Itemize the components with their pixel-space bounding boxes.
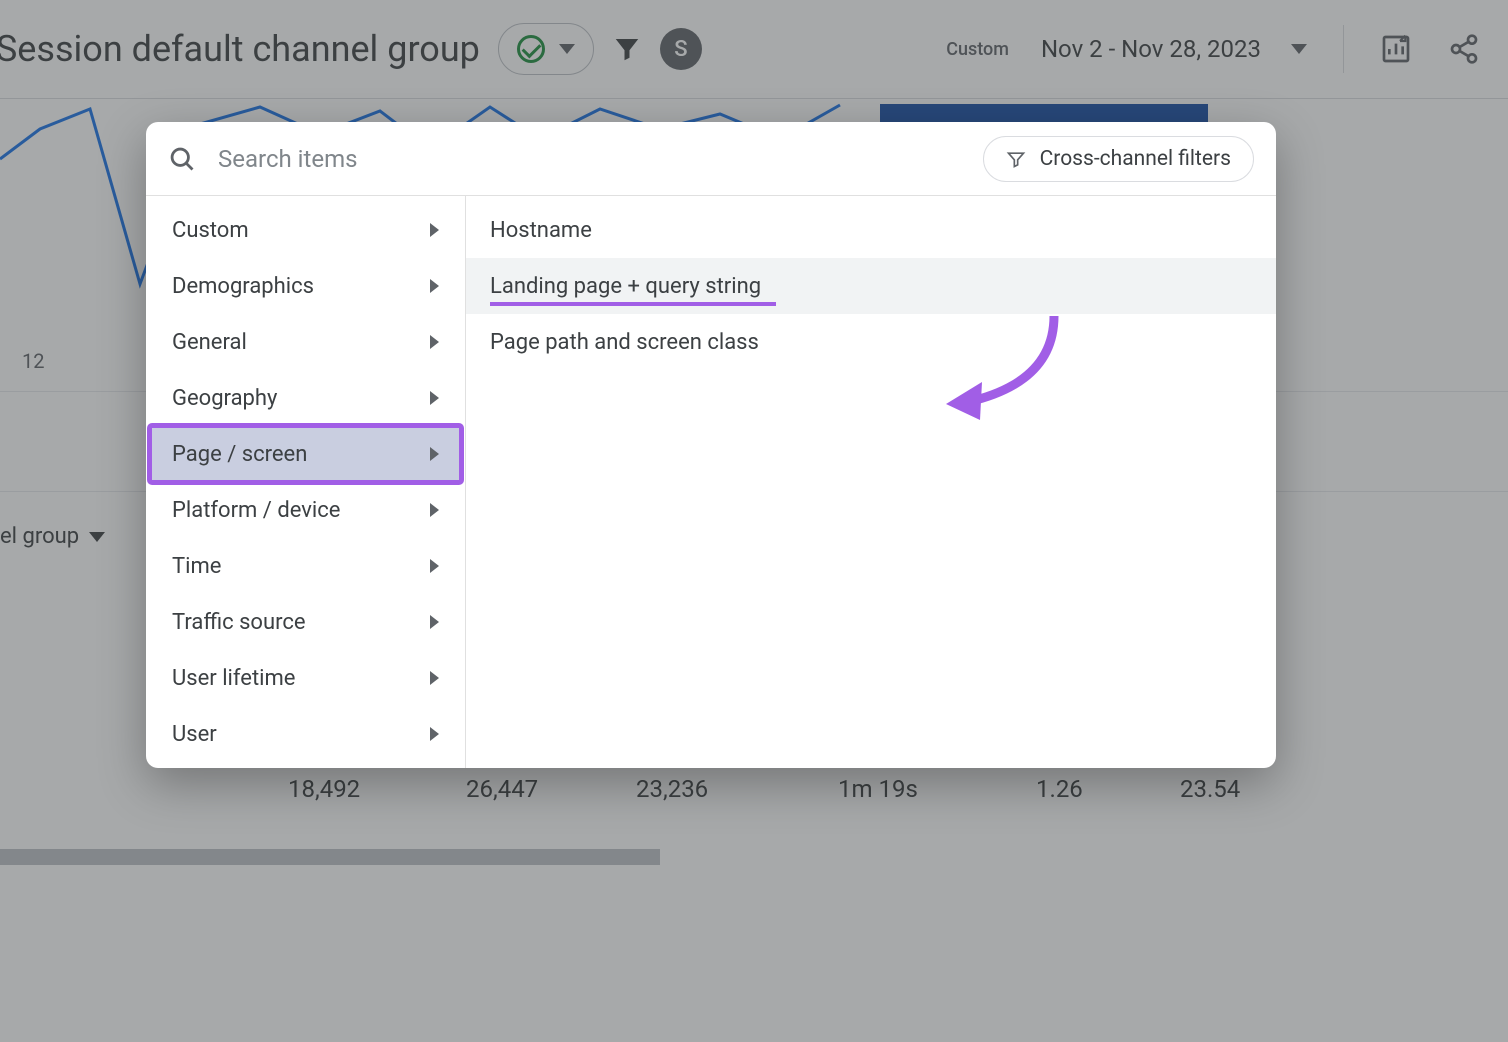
option-label: Page path and screen class xyxy=(490,330,759,355)
option-item-page-path-and-screen-class[interactable]: Page path and screen class xyxy=(466,314,1276,370)
chevron-right-icon xyxy=(430,335,439,349)
chevron-right-icon xyxy=(430,391,439,405)
option-item-landing-page-query-string[interactable]: Landing page + query string xyxy=(466,258,1276,314)
category-item-custom[interactable]: Custom xyxy=(150,202,461,258)
category-label: Page / screen xyxy=(172,442,307,467)
category-item-user-lifetime[interactable]: User lifetime xyxy=(150,650,461,706)
chevron-right-icon xyxy=(430,671,439,685)
category-item-user[interactable]: User xyxy=(150,706,461,762)
option-label: Landing page + query string xyxy=(490,274,761,299)
cross-channel-filters-label: Cross-channel filters xyxy=(1040,147,1231,171)
category-item-platform-device[interactable]: Platform / device xyxy=(150,482,461,538)
category-label: Custom xyxy=(172,218,249,243)
dialog-body: Custom Demographics General Geography Page /… xyxy=(146,196,1276,768)
category-label: Geography xyxy=(172,386,277,411)
category-label: User xyxy=(172,722,217,747)
category-item-geography[interactable]: Geography xyxy=(150,370,461,426)
search-icon xyxy=(168,145,196,173)
filter-icon xyxy=(1006,149,1026,169)
category-item-time[interactable]: Time xyxy=(150,538,461,594)
chevron-right-icon xyxy=(430,223,439,237)
chevron-right-icon xyxy=(430,447,439,461)
dialog-header: Cross-channel filters xyxy=(146,122,1276,196)
cross-channel-filters-button[interactable]: Cross-channel filters xyxy=(983,136,1254,182)
option-item-hostname[interactable]: Hostname xyxy=(466,202,1276,258)
chevron-right-icon xyxy=(430,727,439,741)
category-item-demographics[interactable]: Demographics xyxy=(150,258,461,314)
chevron-right-icon xyxy=(430,559,439,573)
option-label: Hostname xyxy=(490,218,592,243)
category-item-page-screen[interactable]: Page / screen xyxy=(150,426,461,482)
chevron-right-icon xyxy=(430,615,439,629)
category-label: Traffic source xyxy=(172,610,306,635)
category-label: General xyxy=(172,330,247,355)
annotation-underline xyxy=(490,302,776,306)
category-label: Platform / device xyxy=(172,498,340,523)
chevron-right-icon xyxy=(430,503,439,517)
category-column: Custom Demographics General Geography Page /… xyxy=(146,196,466,768)
category-label: User lifetime xyxy=(172,666,295,691)
chevron-right-icon xyxy=(430,279,439,293)
category-item-general[interactable]: General xyxy=(150,314,461,370)
category-label: Time xyxy=(172,554,221,579)
category-label: Demographics xyxy=(172,274,314,299)
category-item-traffic-source[interactable]: Traffic source xyxy=(150,594,461,650)
dimension-picker-dialog: Cross-channel filters Custom Demographics… xyxy=(146,122,1276,768)
search-input[interactable] xyxy=(218,145,961,173)
options-column: Hostname Landing page + query string Page … xyxy=(466,196,1276,768)
